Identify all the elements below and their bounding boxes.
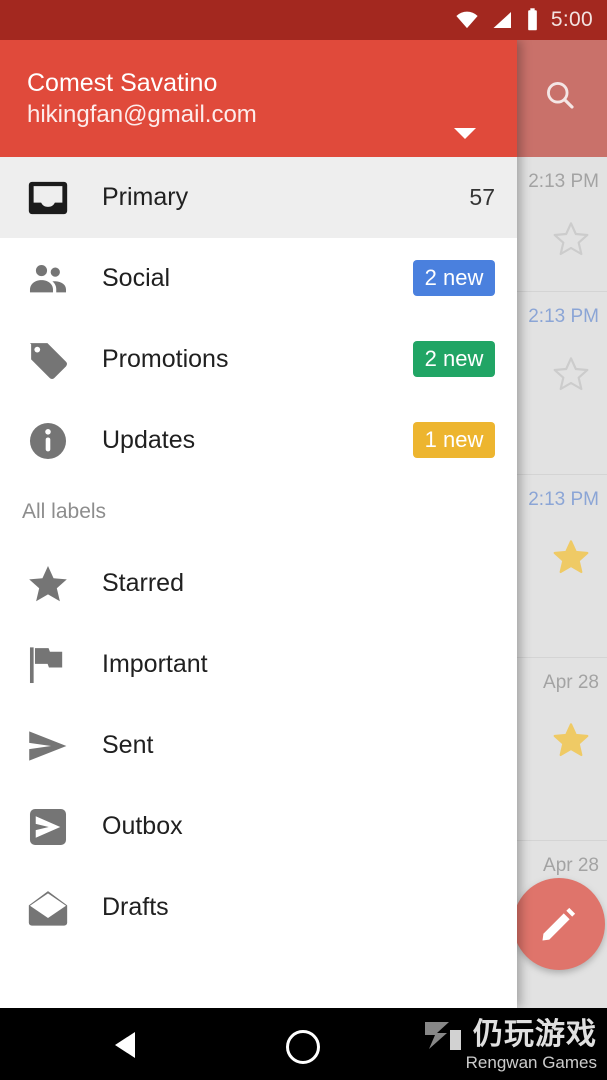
drawer-item-label: Sent [102,731,154,759]
drawer-item-label: Drafts [102,893,169,921]
android-nav-bar: 仍玩游戏 Rengwan Games [0,1008,607,1080]
drawer-item-important[interactable]: Important [0,624,517,705]
star-icon [22,558,74,610]
wifi-icon [456,11,478,29]
home-circle-icon[interactable] [286,1030,320,1064]
pencil-icon [542,907,576,941]
drawer-item-updates[interactable]: Updates 1 new [0,400,517,481]
watermark-logo-icon [425,1022,461,1050]
drafts-icon [22,882,74,934]
search-icon[interactable] [535,70,585,120]
flag-icon [22,639,74,691]
drawer-item-label: Primary [102,183,189,211]
drawer-item-label: Updates [102,426,196,454]
drawer-item-list: Primary 57 Social 2 new Promotions 2 new Updat… [0,157,517,1008]
drawer-item-promotions[interactable]: Promotions 2 new [0,319,517,400]
account-header[interactable]: Comest Savatino hikingfan@gmail.com [0,40,517,157]
drawer-item-drafts[interactable]: Drafts [0,867,517,948]
send-icon [22,720,74,772]
drawer-item-social[interactable]: Social 2 new [0,238,517,319]
inbox-icon [22,172,74,224]
status-bar-clock: 5:00 [550,8,593,31]
compose-fab[interactable] [513,878,605,970]
navigation-drawer: Comest Savatino hikingfan@gmail.com Prim… [0,40,517,1008]
chevron-down-icon[interactable] [454,128,476,139]
watermark-cn-text: 仍玩游戏 [473,1018,597,1051]
email-date: Apr 28 [543,672,599,693]
star-toggle-icon[interactable] [551,537,591,577]
drawer-item-label: Social [102,264,171,292]
star-toggle-icon[interactable] [551,354,591,394]
drawer-item-label: Important [102,650,208,678]
battery-icon [528,8,537,31]
drawer-item-primary[interactable]: Primary 57 [0,157,517,238]
status-bar: 5:00 [0,0,607,40]
outbox-icon [22,801,74,853]
drawer-item-label: Starred [102,569,184,597]
tag-icon [22,334,74,386]
drawer-item-badge: 2 new [413,341,495,377]
drawer-item-count: 57 [469,184,495,210]
email-date: 2:13 PM [528,489,599,510]
drawer-item-label: Outbox [102,812,183,840]
drawer-item-sent[interactable]: Sent [0,705,517,786]
watermark: 仍玩游戏 Rengwan Games [423,1018,597,1073]
signal-icon [493,12,511,28]
account-name: Comest Savatino [27,69,218,97]
info-icon [22,415,74,467]
drawer-item-badge: 1 new [413,422,495,458]
all-labels-section-header: All labels [22,500,107,523]
back-triangle-icon[interactable] [115,1032,135,1058]
star-toggle-icon[interactable] [551,720,591,760]
drawer-item-outbox[interactable]: Outbox [0,786,517,867]
account-email: hikingfan@gmail.com [27,101,257,128]
email-date: 2:13 PM [528,171,599,192]
people-icon [22,253,74,305]
star-toggle-icon[interactable] [551,219,591,259]
watermark-en-text: Rengwan Games [465,1053,597,1072]
email-date: 2:13 PM [528,306,599,327]
phone-screen: 2:13 PM2:13 PM2:13 PMApr 28Apr 28.. Come… [0,0,607,1080]
email-date: Apr 28 [543,855,599,876]
drawer-item-starred[interactable]: Starred [0,543,517,624]
drawer-item-badge: 2 new [413,260,495,296]
drawer-item-label: Promotions [102,345,229,373]
